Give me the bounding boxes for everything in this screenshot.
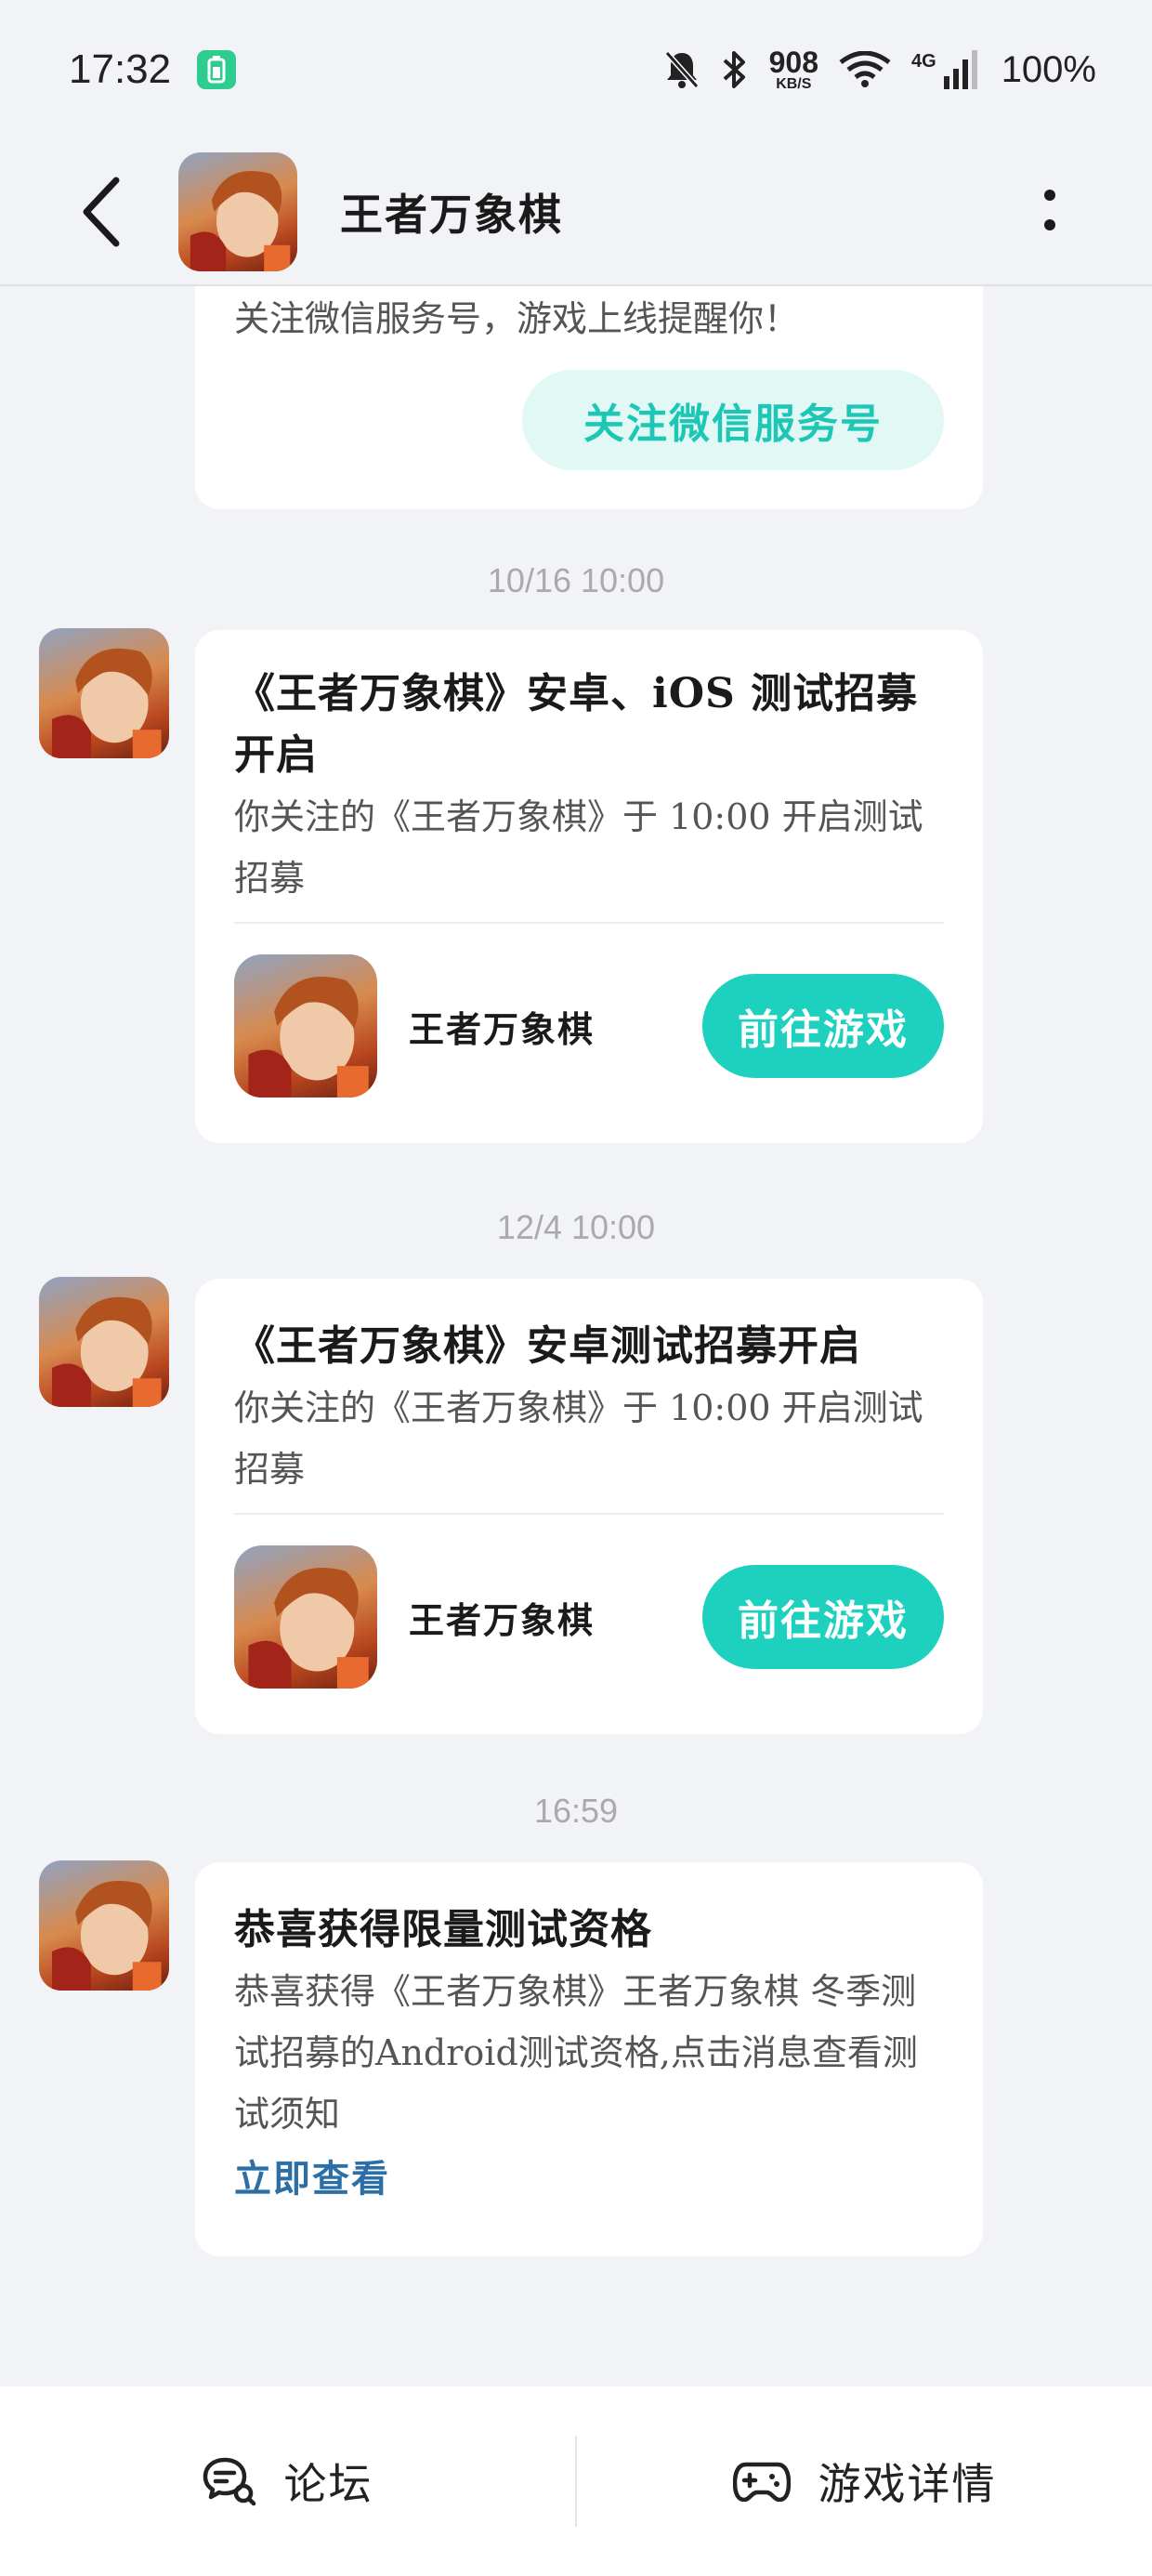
sender-avatar [39,628,169,758]
message-desc: 你关注的《王者万象棋》于 10:00 开启测试招募 [234,796,923,899]
message-list[interactable]: 关注微信服务号，游戏上线提醒你！ 关注微信服务号 10/16 10:00 《王者… [0,286,1152,2386]
message-title: 《王者万象棋》安卓测试招募开启 [234,1322,861,1370]
back-button[interactable] [54,165,147,258]
mute-icon [663,49,700,90]
game-name: 王者万象棋 [409,1598,596,1641]
forum-label: 论坛 [283,2459,373,2509]
more-icon [1044,190,1055,230]
more-button[interactable] [1003,167,1096,260]
game-name: 王者万象棋 [409,1007,596,1050]
message-timestamp: 12/4 10:00 [496,1208,656,1246]
back-icon [83,177,120,247]
message-desc: 你关注的《王者万象棋》于 10:00 开启测试招募 [234,1387,923,1490]
go-to-game-button[interactable]: 前往游戏 [702,974,944,1078]
message-title: 恭喜获得限量测试资格 [234,1906,652,1953]
go-to-game-button[interactable]: 前往游戏 [702,1565,944,1669]
message-timestamp: 10/16 10:00 [487,561,665,599]
status-time: 17:32 [69,46,172,92]
message-card[interactable]: 《王者万象棋》安卓测试招募开启 你关注的《王者万象棋》于 10:00 开启测试招… [195,1279,983,1734]
game-icon [234,954,377,1097]
status-bar: 17:32 908 KB/S 4G 100% [0,0,1152,139]
battery-percent: 100% [1001,48,1096,90]
bluetooth-icon [721,49,749,90]
game-row[interactable]: 王者万象棋 前往游戏 [234,1515,944,1719]
network-type: 4G [911,50,936,72]
follow-wechat-button[interactable]: 关注微信服务号 [522,370,944,470]
game-details-button[interactable]: 游戏详情 [577,2386,1152,2576]
game-avatar [178,152,297,271]
game-details-label: 游戏详情 [818,2459,997,2509]
signal-icon [943,50,981,89]
message-title: 《王者万象棋》安卓、iOS 测试招募开启 [234,670,919,779]
forum-icon [203,2457,255,2506]
game-row[interactable]: 王者万象棋 前往游戏 [234,924,944,1128]
view-now-link[interactable]: 立即查看 [234,2149,944,2210]
sender-avatar [39,1860,169,1991]
bottom-bar: 论坛 游戏详情 [0,2386,1152,2576]
message-timestamp: 16:59 [533,1792,619,1830]
game-icon [234,1545,377,1689]
gamepad-icon [732,2462,791,2502]
message-card[interactable]: 《王者万象棋》安卓、iOS 测试招募开启 你关注的《王者万象棋》于 10:00 … [195,630,983,1143]
net-speed: 908 KB/S [768,46,818,92]
message-text: 关注微信服务号，游戏上线提醒你！ [234,298,800,339]
battery-saver-icon [197,50,237,89]
chat-header: 王者万象棋 [0,139,1152,286]
page-title: 王者万象棋 [340,190,563,240]
forum-button[interactable]: 论坛 [0,2386,575,2576]
wifi-icon [839,51,891,88]
message-card[interactable]: 关注微信服务号，游戏上线提醒你！ 关注微信服务号 [195,286,983,509]
message-desc: 恭喜获得《王者万象棋》王者万象棋 冬季测试招募的Android测试资格,点击消息… [234,1971,918,2135]
sender-avatar [39,1277,169,1407]
message-card[interactable]: 恭喜获得限量测试资格 恭喜获得《王者万象棋》王者万象棋 冬季测试招募的Andro… [195,1862,983,2256]
